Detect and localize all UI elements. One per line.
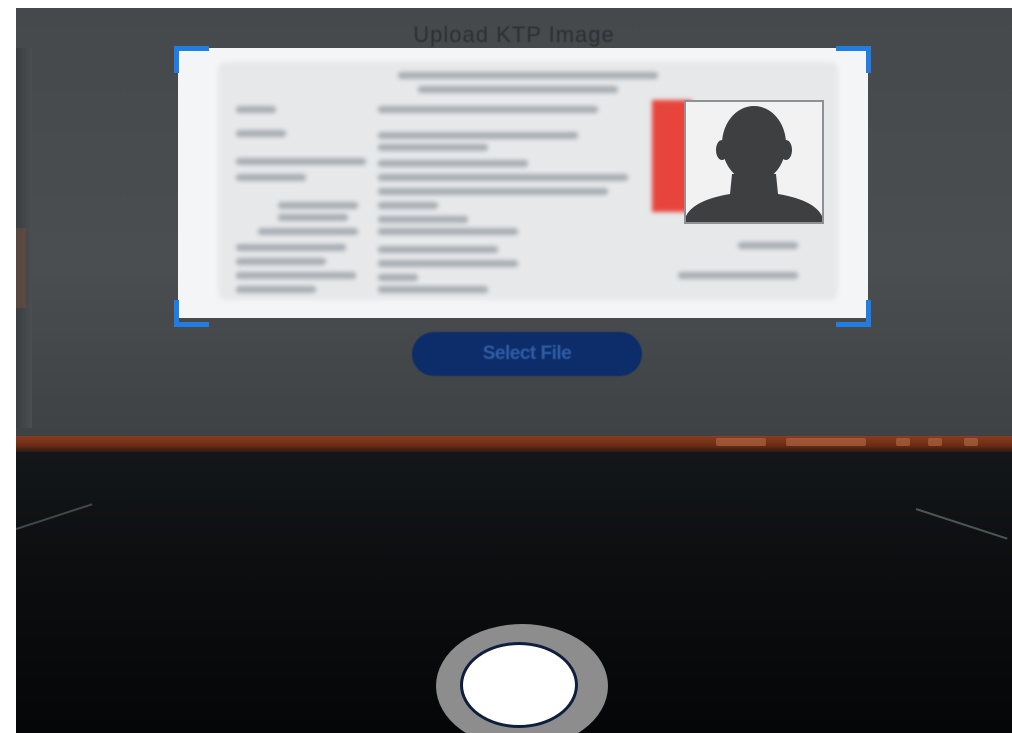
card-capture-area (178, 48, 868, 318)
frame-corner-top-left (174, 46, 209, 73)
screen-left-tab (16, 228, 26, 308)
frame-corner-bottom-left (174, 300, 209, 327)
upload-title: Upload KTP Image (413, 22, 615, 47)
taskbar-item (786, 438, 866, 446)
select-file-button[interactable]: Select File (412, 332, 642, 376)
taskbar-item (716, 438, 766, 446)
face-placeholder (684, 100, 824, 224)
taskbar-item (896, 438, 910, 446)
frame-corner-top-right (836, 46, 871, 73)
shutter-button[interactable] (460, 642, 578, 728)
taskbar-item (928, 438, 942, 446)
person-silhouette-icon (686, 102, 822, 222)
frame-corner-bottom-right (836, 300, 871, 327)
camera-viewfinder: Upload KTP Image Select File (16, 8, 1012, 733)
taskbar-item (964, 438, 978, 446)
